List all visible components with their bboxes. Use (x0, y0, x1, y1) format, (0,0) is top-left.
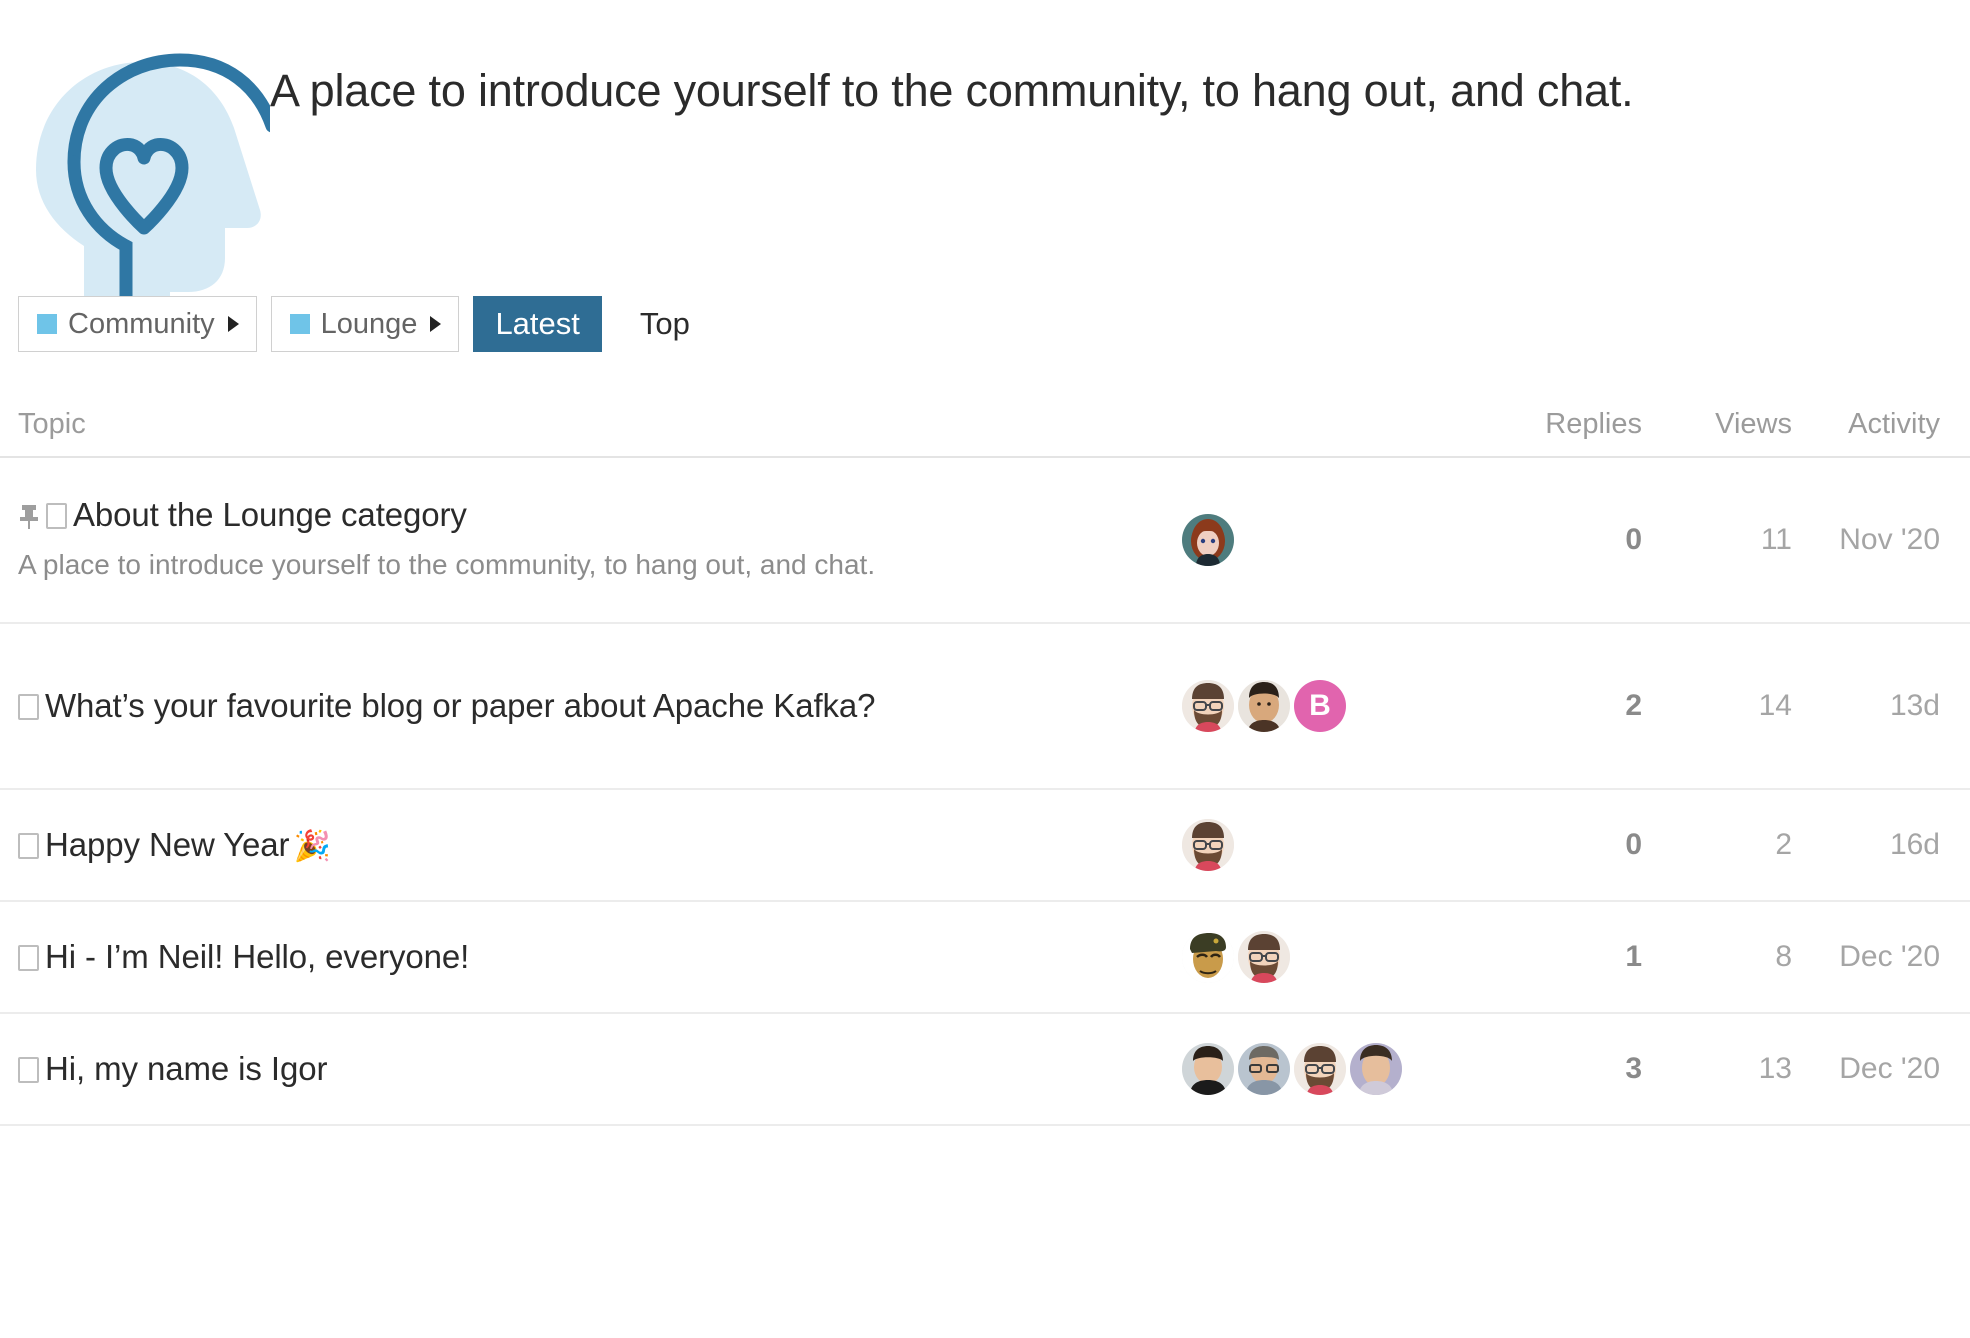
column-header-topic[interactable]: Topic (18, 408, 1182, 441)
topic-cell: About the Lounge category A place to int… (18, 494, 1182, 586)
avatar[interactable] (1182, 931, 1234, 983)
poster-avatars (1182, 514, 1482, 566)
topic-list-header: Topic Replies Views Activity (0, 392, 1970, 458)
avatar[interactable] (1294, 1043, 1346, 1095)
topic-excerpt: A place to introduce yourself to the com… (18, 549, 876, 581)
reply-count: 0 (1625, 828, 1642, 861)
category-color-swatch (37, 314, 57, 334)
topic-list: Topic Replies Views Activity About the L… (0, 392, 1970, 1126)
avatar[interactable] (1182, 1043, 1234, 1095)
category-dropdown-label: Lounge (320, 307, 418, 340)
topic-title[interactable]: What’s your favourite blog or paper abou… (45, 685, 876, 727)
party-popper-emoji: 🎉 (293, 829, 331, 863)
activity-time: Dec '20 (1839, 1052, 1940, 1085)
poster-avatars: B (1182, 680, 1482, 732)
avatar[interactable] (1182, 514, 1234, 566)
activity-time: Dec '20 (1839, 940, 1940, 973)
view-count: 11 (1760, 523, 1792, 556)
category-page: A place to introduce yourself to the com… (0, 0, 1970, 1338)
column-header-activity[interactable]: Activity (1792, 408, 1952, 441)
avatar[interactable] (1238, 931, 1290, 983)
topic-cell: Happy New Year 🎉 (18, 824, 1182, 866)
category-dropdown-lounge[interactable]: Lounge (270, 296, 460, 352)
table-row[interactable]: What’s your favourite blog or paper abou… (0, 624, 1970, 790)
caret-right-icon (227, 316, 239, 332)
view-count: 8 (1775, 940, 1792, 973)
view-count: 2 (1775, 828, 1792, 861)
missing-glyph-box (18, 832, 39, 859)
missing-glyph-box (18, 693, 39, 720)
avatar[interactable] (1182, 819, 1234, 871)
poster-avatars (1182, 819, 1482, 871)
category-color-swatch (289, 314, 310, 334)
reply-count: 3 (1625, 1052, 1642, 1085)
poster-avatars (1182, 931, 1482, 983)
column-header-replies[interactable]: Replies (1482, 408, 1642, 441)
pin-icon (18, 504, 40, 530)
missing-glyph-box (46, 503, 67, 530)
caret-right-icon (430, 316, 442, 332)
activity-time: 16d (1889, 828, 1940, 861)
topic-cell: What’s your favourite blog or paper abou… (18, 685, 1182, 727)
category-dropdown-label: Community (68, 307, 215, 340)
reply-count: 1 (1625, 940, 1642, 973)
reply-count: 2 (1625, 689, 1642, 722)
avatar[interactable] (1350, 1043, 1402, 1095)
table-row[interactable]: Hi, my name is Igor 3 13 Dec '20 (0, 1014, 1970, 1126)
table-row[interactable]: About the Lounge category A place to int… (0, 458, 1970, 624)
topic-cell: Hi - I’m Neil! Hello, everyone! (18, 936, 1182, 978)
missing-glyph-box (18, 1056, 39, 1083)
view-count: 13 (1758, 1052, 1792, 1085)
avatar[interactable] (1238, 680, 1290, 732)
poster-avatars (1182, 1043, 1482, 1095)
topic-title[interactable]: Hi - I’m Neil! Hello, everyone! (45, 936, 469, 978)
category-nav: Community Lounge Latest Top (0, 296, 1970, 352)
topic-cell: Hi, my name is Igor (18, 1048, 1182, 1090)
missing-glyph-box (18, 944, 39, 971)
topic-title[interactable]: Hi, my name is Igor (45, 1048, 327, 1090)
avatar[interactable] (1182, 680, 1234, 732)
activity-time: Nov '20 (1839, 523, 1940, 556)
category-header: A place to introduce yourself to the com… (0, 0, 1970, 322)
category-description: A place to introduce yourself to the com… (270, 65, 1634, 116)
table-row[interactable]: Happy New Year 🎉 0 2 16d (0, 790, 1970, 902)
view-count: 14 (1758, 689, 1792, 722)
topic-title[interactable]: Happy New Year (45, 824, 290, 866)
avatar[interactable] (1238, 1043, 1290, 1095)
activity-time: 13d (1889, 689, 1940, 722)
table-row[interactable]: Hi - I’m Neil! Hello, everyone! 1 8 Dec … (0, 902, 1970, 1014)
tab-top[interactable]: Top (618, 296, 712, 352)
reply-count: 0 (1625, 523, 1642, 556)
column-header-views[interactable]: Views (1642, 408, 1792, 441)
letter-avatar-b[interactable]: B (1294, 680, 1346, 732)
head-with-heart-icon (20, 42, 270, 322)
category-dropdown-community[interactable]: Community (18, 296, 257, 352)
tab-latest[interactable]: Latest (473, 296, 602, 352)
topic-title[interactable]: About the Lounge category (73, 494, 467, 536)
